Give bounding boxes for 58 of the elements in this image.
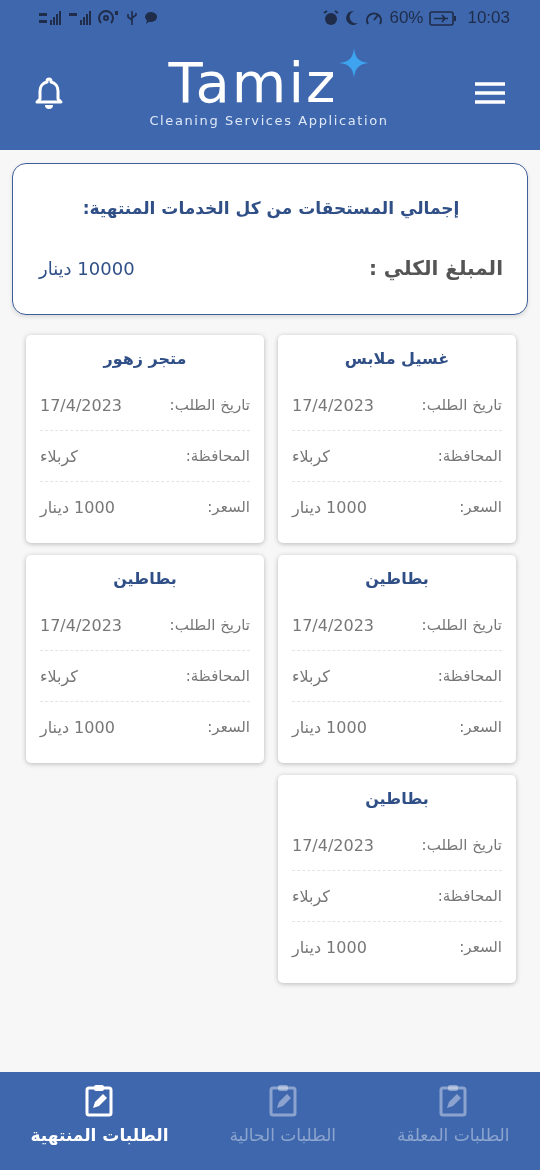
field-value: 1000 دينار (292, 717, 367, 737)
field-value: كربلاء (292, 446, 330, 466)
field-value: 17/4/2023 (40, 395, 123, 415)
field-label: المحافظة: (437, 887, 502, 905)
field-label: السعر: (459, 498, 502, 516)
field-label: المحافظة: (437, 667, 502, 685)
order-title: بطاطين (364, 789, 430, 808)
order-title: بطاطين (364, 569, 430, 588)
field-value: 17/4/2023 (292, 835, 375, 855)
order-title: متجر زهور (101, 349, 188, 368)
signal-icon (68, 10, 92, 26)
field-label: تاريخ الطلب: (169, 616, 250, 634)
field-label: السعر: (207, 498, 250, 516)
field-label: تاريخ الطلب: (169, 396, 250, 414)
clipboard-edit-icon (84, 1083, 115, 1117)
usb-icon (126, 10, 138, 26)
field-label: السعر: (459, 938, 502, 956)
clipboard-edit-icon (438, 1083, 469, 1117)
field-label: المحافظة: (185, 667, 250, 685)
field-value: كربلاء (40, 666, 78, 686)
total-amount: 10000 دينار (39, 257, 135, 279)
order-title: بطاطين (112, 569, 178, 588)
speedometer-icon (365, 10, 384, 26)
field-value: 17/4/2023 (40, 615, 123, 635)
field-value: كربلاء (292, 666, 330, 686)
field-value: 1000 دينار (292, 497, 367, 517)
field-value: 1000 دينار (40, 497, 115, 517)
order-title: غسيل ملابس (343, 349, 451, 368)
sparkle-icon (339, 47, 370, 78)
alarm-icon (323, 10, 340, 26)
field-label: تاريخ الطلب: (421, 616, 502, 634)
battery-percentage: 60% (389, 8, 424, 28)
field-label: السعر: (459, 718, 502, 736)
signal-icon (38, 10, 62, 26)
field-label: السعر: (207, 718, 250, 736)
field-label: المحافظة: (437, 447, 502, 465)
field-label: تاريخ الطلب: (421, 396, 502, 414)
field-label: المحافظة: (185, 447, 250, 465)
field-value: 17/4/2023 (292, 615, 375, 635)
app-tagline: Cleaning Services Application (149, 113, 389, 129)
hotspot-icon (98, 10, 120, 26)
notification-bell-icon[interactable] (34, 76, 64, 110)
moon-icon (345, 10, 360, 26)
field-label: تاريخ الطلب: (421, 836, 502, 854)
app-logo: Tamiz (168, 51, 338, 114)
menu-icon[interactable] (474, 81, 506, 105)
clipboard-edit-icon (267, 1083, 298, 1117)
field-value: 17/4/2023 (292, 395, 375, 415)
summary-title: إجمالي المستحقات من كل الخدمات المنتهية: (81, 198, 461, 218)
field-value: كربلاء (292, 886, 330, 906)
total-label: المبلغ الكلي : (368, 256, 503, 280)
field-value: 1000 دينار (40, 717, 115, 737)
chat-icon (144, 11, 158, 25)
field-value: 1000 دينار (292, 937, 367, 957)
battery-icon (429, 10, 458, 26)
nav-tab[interactable]: الطلبات المنتهية (24, 1082, 175, 1146)
clock-time: 10:03 (467, 8, 510, 28)
field-value: كربلاء (40, 446, 78, 466)
